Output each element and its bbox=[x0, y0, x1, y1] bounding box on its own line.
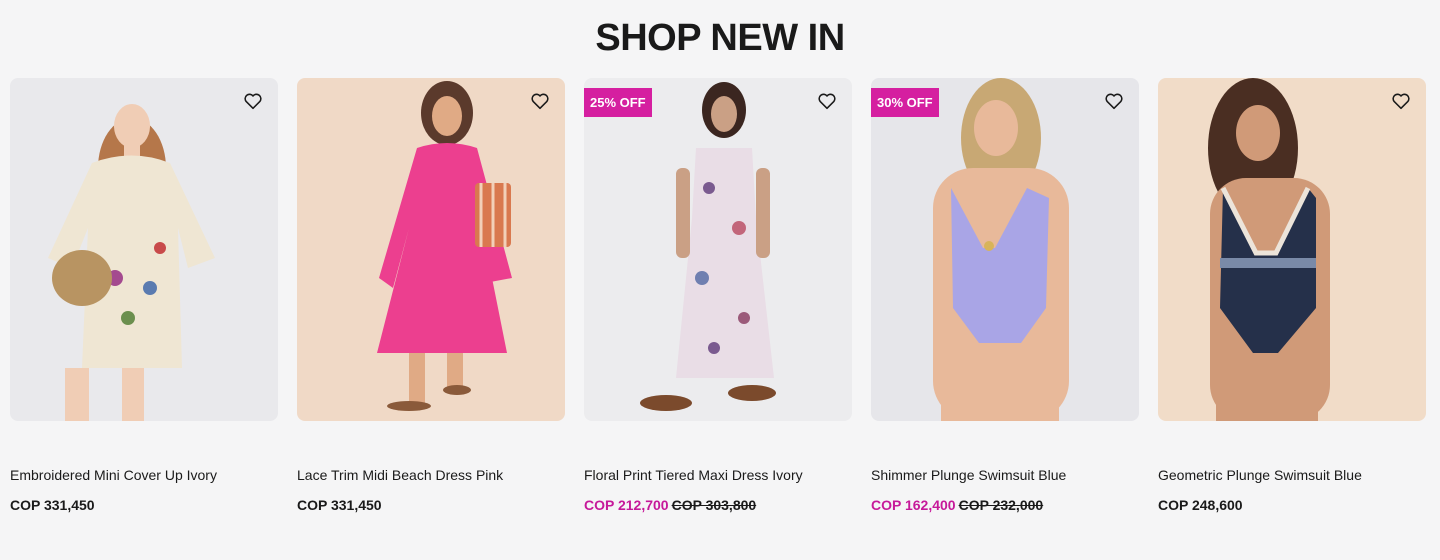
product-card[interactable]: 30% OFF Shimmer Plunge Swimsuit Blue COP… bbox=[871, 78, 1139, 513]
heart-icon[interactable] bbox=[816, 90, 838, 112]
product-card[interactable]: 25% OFF Floral Print Tiered Maxi Dress I… bbox=[584, 78, 852, 513]
product-price: COP 212,700 COP 303,800 bbox=[584, 497, 852, 513]
heart-icon[interactable] bbox=[242, 90, 264, 112]
product-photo bbox=[297, 78, 565, 421]
product-card[interactable]: Embroidered Mini Cover Up Ivory COP 331,… bbox=[10, 78, 278, 513]
heart-icon[interactable] bbox=[1103, 90, 1125, 112]
product-price: COP 248,600 bbox=[1158, 497, 1426, 513]
heart-icon[interactable] bbox=[529, 90, 551, 112]
product-price: COP 331,450 bbox=[10, 497, 278, 513]
price: COP 248,600 bbox=[1158, 497, 1243, 513]
product-photo bbox=[871, 78, 1139, 421]
sale-price: COP 212,700 bbox=[584, 497, 669, 513]
product-photo bbox=[1158, 78, 1426, 421]
product-image[interactable]: 30% OFF bbox=[871, 78, 1139, 421]
heart-icon[interactable] bbox=[1390, 90, 1412, 112]
product-card[interactable]: Lace Trim Midi Beach Dress Pink COP 331,… bbox=[297, 78, 565, 513]
product-grid: Embroidered Mini Cover Up Ivory COP 331,… bbox=[10, 78, 1426, 513]
discount-badge: 25% OFF bbox=[584, 88, 652, 117]
price: COP 331,450 bbox=[297, 497, 382, 513]
product-price: COP 162,400 COP 232,000 bbox=[871, 497, 1139, 513]
product-name[interactable]: Lace Trim Midi Beach Dress Pink bbox=[297, 467, 565, 483]
product-image[interactable]: 25% OFF bbox=[584, 78, 852, 421]
original-price: COP 232,000 bbox=[958, 497, 1044, 513]
product-image[interactable] bbox=[297, 78, 565, 421]
sale-price: COP 162,400 bbox=[871, 497, 956, 513]
product-photo bbox=[10, 78, 278, 421]
product-image[interactable] bbox=[10, 78, 278, 421]
product-name[interactable]: Embroidered Mini Cover Up Ivory bbox=[10, 467, 278, 483]
product-card[interactable]: Geometric Plunge Swimsuit Blue COP 248,6… bbox=[1158, 78, 1426, 513]
product-photo bbox=[584, 78, 852, 421]
product-name[interactable]: Geometric Plunge Swimsuit Blue bbox=[1158, 467, 1426, 483]
discount-badge: 30% OFF bbox=[871, 88, 939, 117]
original-price: COP 303,800 bbox=[671, 497, 757, 513]
product-name[interactable]: Shimmer Plunge Swimsuit Blue bbox=[871, 467, 1139, 483]
price: COP 331,450 bbox=[10, 497, 95, 513]
product-image[interactable] bbox=[1158, 78, 1426, 421]
section-title: SHOP NEW IN bbox=[595, 17, 845, 59]
product-name[interactable]: Floral Print Tiered Maxi Dress Ivory bbox=[584, 467, 852, 483]
product-price: COP 331,450 bbox=[297, 497, 565, 513]
